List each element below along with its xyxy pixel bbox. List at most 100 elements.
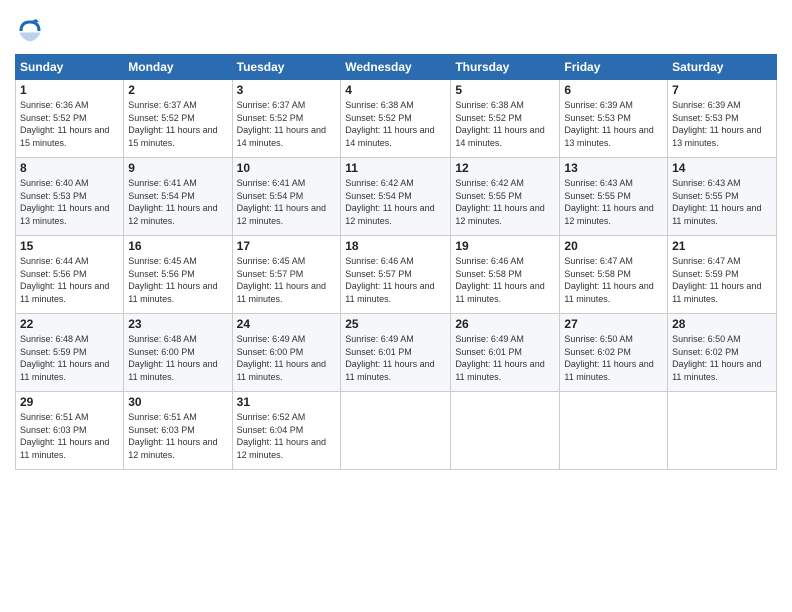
- day-info: Sunrise: 6:49 AMSunset: 6:00 PMDaylight:…: [237, 334, 326, 382]
- day-cell: 16 Sunrise: 6:45 AMSunset: 5:56 PMDayligh…: [124, 236, 232, 314]
- day-info: Sunrise: 6:38 AMSunset: 5:52 PMDaylight:…: [455, 100, 544, 148]
- day-number: 14: [672, 161, 772, 175]
- header-day-saturday: Saturday: [668, 55, 777, 80]
- day-number: 25: [345, 317, 446, 331]
- day-info: Sunrise: 6:47 AMSunset: 5:59 PMDaylight:…: [672, 256, 761, 304]
- day-number: 10: [237, 161, 337, 175]
- day-info: Sunrise: 6:42 AMSunset: 5:54 PMDaylight:…: [345, 178, 434, 226]
- day-cell: 10 Sunrise: 6:41 AMSunset: 5:54 PMDayligh…: [232, 158, 341, 236]
- day-info: Sunrise: 6:40 AMSunset: 5:53 PMDaylight:…: [20, 178, 109, 226]
- day-cell: 3Sunrise: 6:37 AMSunset: 5:52 PMDaylight…: [232, 80, 341, 158]
- day-info: Sunrise: 6:45 AMSunset: 5:56 PMDaylight:…: [128, 256, 217, 304]
- day-cell: 31 Sunrise: 6:52 AMSunset: 6:04 PMDayligh…: [232, 392, 341, 470]
- day-cell: [451, 392, 560, 470]
- day-info: Sunrise: 6:49 AMSunset: 6:01 PMDaylight:…: [455, 334, 544, 382]
- day-cell: 18 Sunrise: 6:46 AMSunset: 5:57 PMDayligh…: [341, 236, 451, 314]
- day-cell: [668, 392, 777, 470]
- day-number: 9: [128, 161, 227, 175]
- header-day-friday: Friday: [560, 55, 668, 80]
- day-cell: 7Sunrise: 6:39 AMSunset: 5:53 PMDaylight…: [668, 80, 777, 158]
- day-info: Sunrise: 6:46 AMSunset: 5:57 PMDaylight:…: [345, 256, 434, 304]
- calendar-header: SundayMondayTuesdayWednesdayThursdayFrid…: [16, 55, 777, 80]
- day-number: 28: [672, 317, 772, 331]
- calendar-table: SundayMondayTuesdayWednesdayThursdayFrid…: [15, 54, 777, 470]
- header-day-thursday: Thursday: [451, 55, 560, 80]
- week-row-5: 29 Sunrise: 6:51 AMSunset: 6:03 PMDayligh…: [16, 392, 777, 470]
- header-day-sunday: Sunday: [16, 55, 124, 80]
- day-cell: 15Sunrise: 6:44 AMSunset: 5:56 PMDayligh…: [16, 236, 124, 314]
- day-cell: 8 Sunrise: 6:40 AMSunset: 5:53 PMDaylight…: [16, 158, 124, 236]
- day-info: Sunrise: 6:39 AMSunset: 5:53 PMDaylight:…: [564, 100, 653, 148]
- day-info: Sunrise: 6:47 AMSunset: 5:58 PMDaylight:…: [564, 256, 653, 304]
- day-number: 29: [20, 395, 119, 409]
- day-cell: 12Sunrise: 6:42 AMSunset: 5:55 PMDayligh…: [451, 158, 560, 236]
- day-info: Sunrise: 6:44 AMSunset: 5:56 PMDaylight:…: [20, 256, 109, 304]
- day-number: 27: [564, 317, 663, 331]
- day-number: 22: [20, 317, 119, 331]
- day-cell: 6 Sunrise: 6:39 AMSunset: 5:53 PMDaylight…: [560, 80, 668, 158]
- day-cell: 9Sunrise: 6:41 AMSunset: 5:54 PMDaylight…: [124, 158, 232, 236]
- day-cell: 1 Sunrise: 6:36 AMSunset: 5:52 PMDaylight…: [16, 80, 124, 158]
- day-number: 21: [672, 239, 772, 253]
- day-info: Sunrise: 6:45 AMSunset: 5:57 PMDaylight:…: [237, 256, 326, 304]
- day-number: 2: [128, 83, 227, 97]
- day-info: Sunrise: 6:46 AMSunset: 5:58 PMDaylight:…: [455, 256, 544, 304]
- day-info: Sunrise: 6:38 AMSunset: 5:52 PMDaylight:…: [345, 100, 434, 148]
- day-number: 23: [128, 317, 227, 331]
- day-number: 8: [20, 161, 119, 175]
- day-info: Sunrise: 6:37 AMSunset: 5:52 PMDaylight:…: [128, 100, 217, 148]
- header-day-tuesday: Tuesday: [232, 55, 341, 80]
- day-number: 18: [345, 239, 446, 253]
- week-row-3: 15Sunrise: 6:44 AMSunset: 5:56 PMDayligh…: [16, 236, 777, 314]
- day-number: 4: [345, 83, 446, 97]
- day-number: 12: [455, 161, 555, 175]
- day-cell: 30 Sunrise: 6:51 AMSunset: 6:03 PMDayligh…: [124, 392, 232, 470]
- day-cell: 19 Sunrise: 6:46 AMSunset: 5:58 PMDayligh…: [451, 236, 560, 314]
- day-cell: 17 Sunrise: 6:45 AMSunset: 5:57 PMDayligh…: [232, 236, 341, 314]
- day-cell: 25 Sunrise: 6:49 AMSunset: 6:01 PMDayligh…: [341, 314, 451, 392]
- day-number: 17: [237, 239, 337, 253]
- day-number: 5: [455, 83, 555, 97]
- day-cell: 29Sunrise: 6:51 AMSunset: 6:03 PMDayligh…: [16, 392, 124, 470]
- logo-icon: [15, 16, 45, 46]
- day-number: 11: [345, 161, 446, 175]
- day-info: Sunrise: 6:52 AMSunset: 6:04 PMDaylight:…: [237, 412, 326, 460]
- day-number: 20: [564, 239, 663, 253]
- day-cell: 14 Sunrise: 6:43 AMSunset: 5:55 PMDayligh…: [668, 158, 777, 236]
- day-number: 6: [564, 83, 663, 97]
- day-number: 1: [20, 83, 119, 97]
- day-cell: 28Sunrise: 6:50 AMSunset: 6:02 PMDayligh…: [668, 314, 777, 392]
- day-info: Sunrise: 6:49 AMSunset: 6:01 PMDaylight:…: [345, 334, 434, 382]
- calendar-container: SundayMondayTuesdayWednesdayThursdayFrid…: [0, 0, 792, 612]
- day-cell: 2 Sunrise: 6:37 AMSunset: 5:52 PMDaylight…: [124, 80, 232, 158]
- day-number: 26: [455, 317, 555, 331]
- day-info: Sunrise: 6:48 AMSunset: 6:00 PMDaylight:…: [128, 334, 217, 382]
- week-row-1: 1 Sunrise: 6:36 AMSunset: 5:52 PMDaylight…: [16, 80, 777, 158]
- day-number: 24: [237, 317, 337, 331]
- week-row-4: 22Sunrise: 6:48 AMSunset: 5:59 PMDayligh…: [16, 314, 777, 392]
- day-info: Sunrise: 6:51 AMSunset: 6:03 PMDaylight:…: [128, 412, 217, 460]
- header-row: SundayMondayTuesdayWednesdayThursdayFrid…: [16, 55, 777, 80]
- day-number: 16: [128, 239, 227, 253]
- calendar-body: 1 Sunrise: 6:36 AMSunset: 5:52 PMDaylight…: [16, 80, 777, 470]
- day-cell: 4 Sunrise: 6:38 AMSunset: 5:52 PMDaylight…: [341, 80, 451, 158]
- day-cell: 22Sunrise: 6:48 AMSunset: 5:59 PMDayligh…: [16, 314, 124, 392]
- day-number: 31: [237, 395, 337, 409]
- logo: [15, 16, 49, 46]
- day-cell: 23 Sunrise: 6:48 AMSunset: 6:00 PMDayligh…: [124, 314, 232, 392]
- day-info: Sunrise: 6:41 AMSunset: 5:54 PMDaylight:…: [237, 178, 326, 226]
- day-cell: 5 Sunrise: 6:38 AMSunset: 5:52 PMDaylight…: [451, 80, 560, 158]
- day-cell: 20 Sunrise: 6:47 AMSunset: 5:58 PMDayligh…: [560, 236, 668, 314]
- day-number: 30: [128, 395, 227, 409]
- day-number: 13: [564, 161, 663, 175]
- day-info: Sunrise: 6:36 AMSunset: 5:52 PMDaylight:…: [20, 100, 109, 148]
- day-cell: [341, 392, 451, 470]
- week-row-2: 8 Sunrise: 6:40 AMSunset: 5:53 PMDaylight…: [16, 158, 777, 236]
- day-cell: 21 Sunrise: 6:47 AMSunset: 5:59 PMDayligh…: [668, 236, 777, 314]
- day-number: 19: [455, 239, 555, 253]
- day-info: Sunrise: 6:43 AMSunset: 5:55 PMDaylight:…: [672, 178, 761, 226]
- day-info: Sunrise: 6:37 AMSunset: 5:52 PMDaylight:…: [237, 100, 326, 148]
- day-cell: 11 Sunrise: 6:42 AMSunset: 5:54 PMDayligh…: [341, 158, 451, 236]
- day-cell: [560, 392, 668, 470]
- day-cell: 13Sunrise: 6:43 AMSunset: 5:55 PMDayligh…: [560, 158, 668, 236]
